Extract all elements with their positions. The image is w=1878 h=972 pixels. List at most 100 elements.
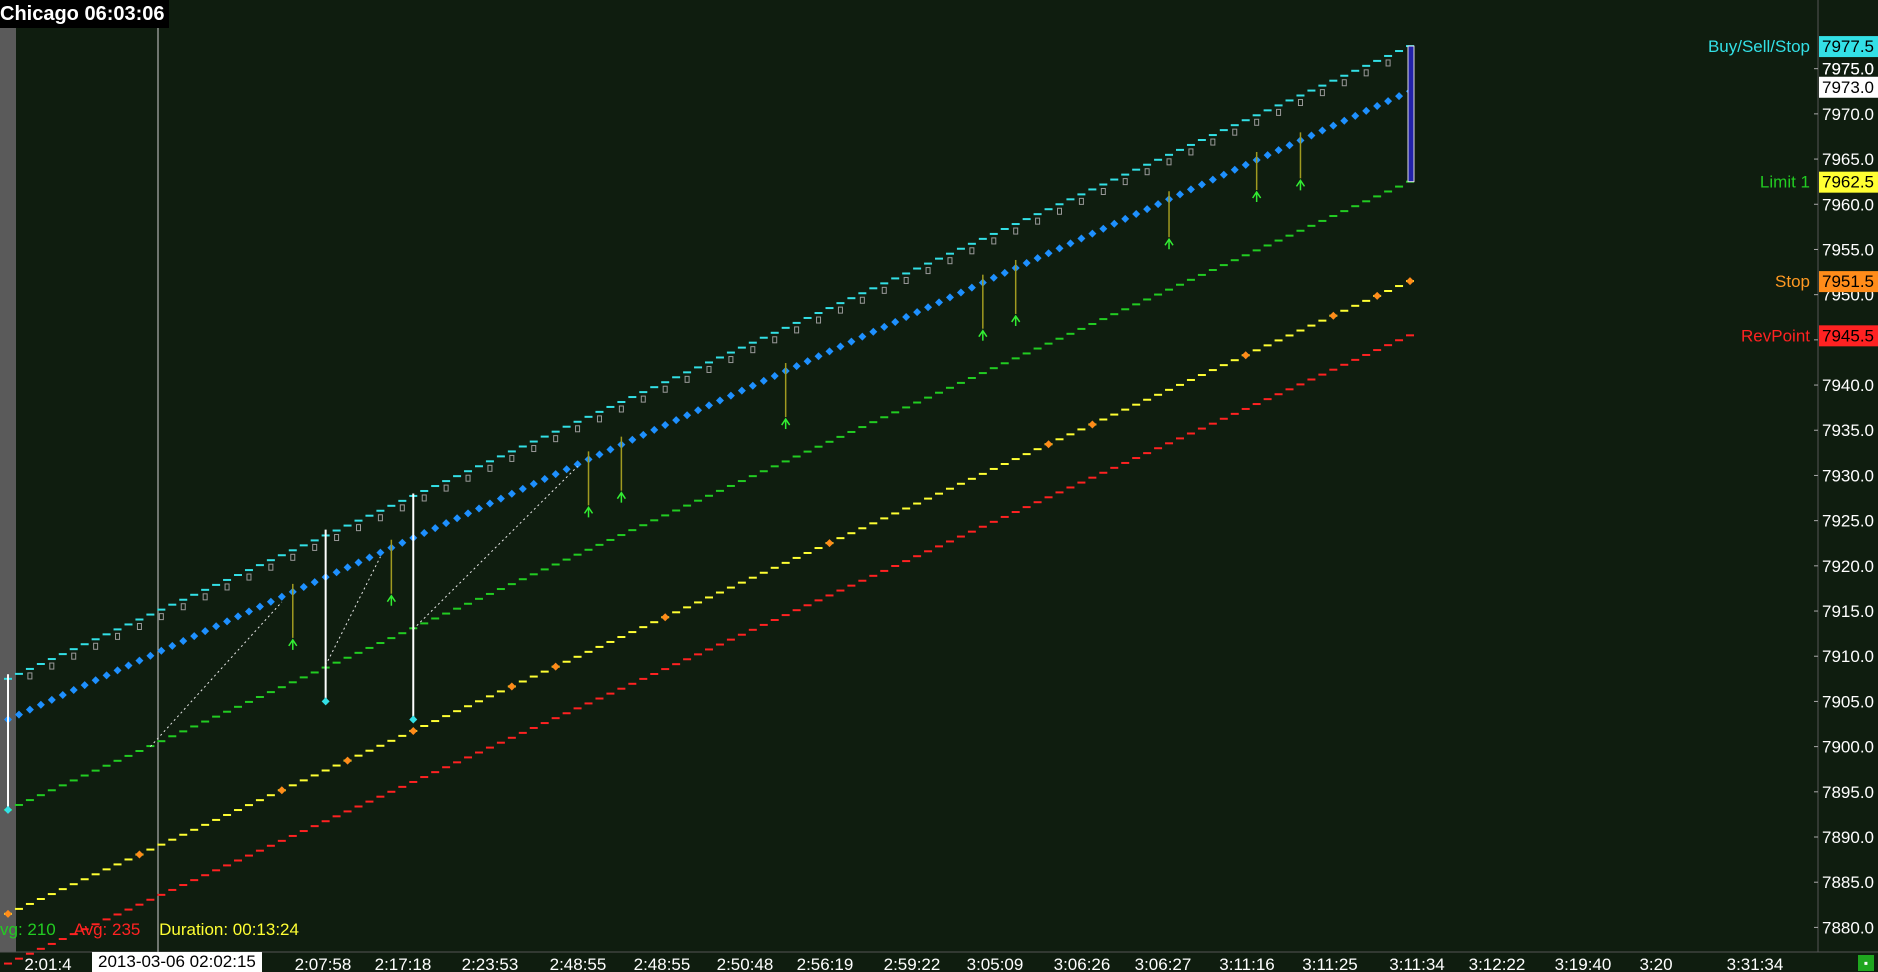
candle-body (487, 464, 493, 472)
y-tick-label: 7960.0 (1822, 195, 1874, 214)
stop-marker (1406, 277, 1414, 286)
blue-marker (91, 676, 100, 685)
x-tick-label: 2:23:53 (462, 955, 519, 972)
candle-body (1232, 128, 1238, 136)
blue-marker (1197, 180, 1206, 189)
x-tick-label: 3:05:09 (967, 955, 1024, 972)
value-box-text: 7951.5 (1822, 272, 1874, 291)
candle-body (1319, 89, 1325, 97)
candle-body (1363, 69, 1369, 77)
stop-marker (661, 613, 670, 622)
blue-marker (223, 617, 232, 626)
blue-marker (507, 489, 516, 498)
blue-marker (36, 700, 45, 709)
candle-body (837, 306, 843, 314)
blue-marker (726, 391, 735, 400)
blue-marker (464, 509, 473, 518)
y-tick-label: 7880.0 (1822, 918, 1874, 937)
blue-marker (606, 445, 615, 454)
candle-body (1100, 187, 1106, 195)
x-tick-label: 2:50:48 (717, 955, 774, 972)
blue-marker (551, 470, 560, 479)
x-tick-label: 2:59:22 (884, 955, 941, 972)
trade-connector (412, 466, 578, 630)
series-label: Limit 1 (1760, 173, 1810, 192)
blue-marker (1110, 219, 1119, 228)
candle-body (224, 583, 230, 591)
series-label: Stop (1775, 272, 1810, 291)
y-tick-label: 7920.0 (1822, 557, 1874, 576)
blue-marker (255, 602, 264, 611)
x-tick-label: 3:06:26 (1054, 955, 1111, 972)
blue-marker (80, 681, 89, 690)
stop-marker (277, 786, 286, 795)
blue-marker (1362, 106, 1371, 115)
candle-body (1057, 207, 1062, 215)
blue-marker (1066, 239, 1075, 248)
entry-marker (321, 697, 330, 706)
blue-marker (1340, 116, 1349, 125)
blue-marker (266, 597, 275, 606)
stop-marker (1329, 311, 1338, 320)
candle-body (750, 346, 756, 354)
x-tick-label: 2:07:58 (295, 955, 352, 972)
blue-marker (332, 568, 341, 577)
blue-marker (354, 558, 363, 567)
x-tick-label: 2:17:18 (375, 955, 432, 972)
y-tick-label: 7930.0 (1822, 466, 1874, 485)
blue-marker (869, 327, 878, 336)
blue-marker (650, 425, 659, 434)
avg-label-1: vg: 210 (0, 920, 56, 939)
blue-marker (1088, 229, 1097, 238)
stop-marker (343, 756, 352, 765)
blue-marker (836, 342, 845, 351)
blue-marker (1055, 244, 1064, 253)
stop-marker (507, 682, 516, 691)
blue-marker (902, 313, 911, 322)
corner-status-icon[interactable]: ▪ (1858, 955, 1874, 971)
blue-marker (1263, 151, 1272, 160)
x-tick-label: 3:31:34 (1727, 955, 1784, 972)
y-tick-label: 7895.0 (1822, 783, 1874, 802)
blue-marker (146, 651, 155, 660)
blue-marker (190, 632, 199, 641)
candle-body (816, 316, 822, 324)
value-box-text: 7977.5 (1822, 37, 1874, 56)
blue-marker (737, 386, 746, 395)
candle-body (399, 504, 405, 512)
candle-body (71, 652, 77, 660)
stop-marker (1044, 440, 1053, 449)
blue-marker (1285, 141, 1294, 150)
blue-marker (1033, 254, 1042, 263)
candle-body (881, 286, 887, 294)
avg-label-2: Avg: 235 (73, 920, 141, 939)
blue-marker (1154, 200, 1163, 209)
blue-marker (277, 592, 286, 601)
candle-body (1013, 227, 1019, 235)
candle-body (662, 385, 668, 393)
entry-marker (409, 715, 418, 724)
x-tick-label: 3:19:40 (1555, 955, 1612, 972)
series-label: RevPoint (1741, 326, 1810, 345)
stop-marker (1241, 351, 1250, 360)
last-candle (1407, 45, 1415, 183)
blue-marker (299, 582, 308, 591)
x-tick-label: 2:01:4 (24, 955, 71, 972)
blue-marker (924, 303, 933, 312)
chart-area[interactable]: 7880.0 7885.0 7890.0 7895.0 7900.0 7905.0 7910… (0, 0, 1878, 972)
candle-body (1385, 59, 1391, 67)
candle-body (312, 543, 318, 551)
blue-marker (628, 435, 637, 444)
candle-body (531, 445, 537, 453)
blue-marker (179, 636, 188, 645)
price-chart-svg: 7880.0 7885.0 7890.0 7895.0 7900.0 7905.0 7910… (0, 0, 1878, 972)
blue-marker (595, 450, 604, 459)
blue-marker (1186, 185, 1195, 194)
blue-marker (661, 421, 670, 430)
blue-marker (398, 538, 407, 547)
blue-marker (705, 401, 713, 410)
blue-marker (770, 371, 779, 380)
candle-body (947, 257, 953, 265)
series-label: Buy/Sell/Stop (1708, 37, 1810, 56)
blue-marker (748, 381, 757, 390)
